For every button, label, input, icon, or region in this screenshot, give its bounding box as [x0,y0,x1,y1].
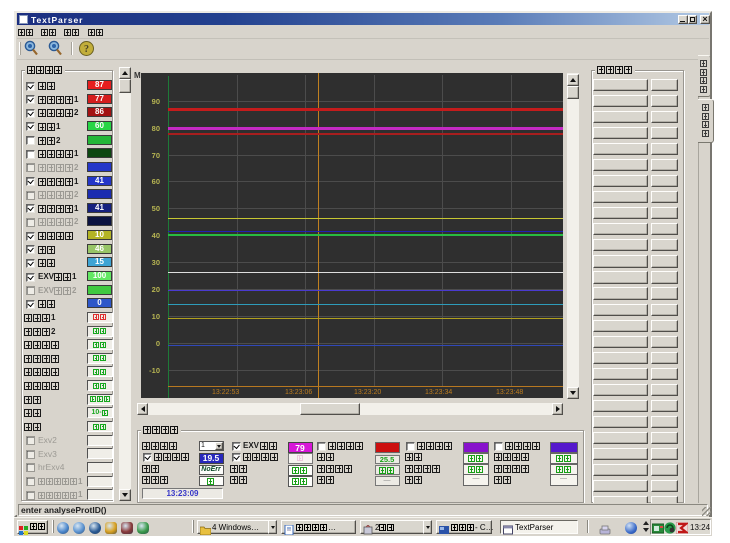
svg-text:?: ? [84,44,89,55]
